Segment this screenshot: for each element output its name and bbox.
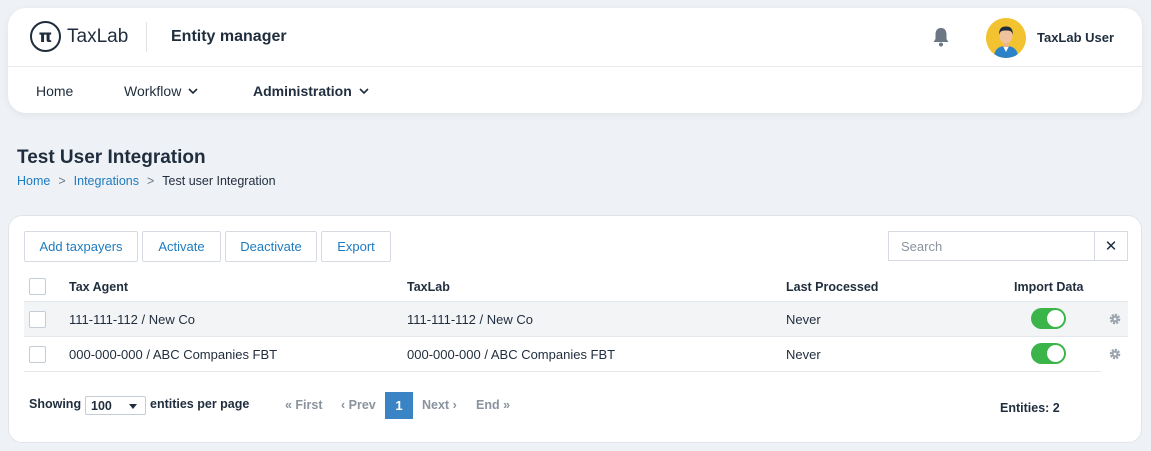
table-bottom-border: [24, 371, 1101, 372]
prev-page-button[interactable]: ‹ Prev: [341, 398, 376, 412]
main-nav: Home Workflow Administration: [8, 67, 1142, 113]
gear-icon[interactable]: [1109, 348, 1121, 360]
user-avatar-icon: [986, 18, 1026, 58]
end-page-button[interactable]: End »: [476, 398, 510, 412]
row-checkbox[interactable]: [29, 311, 46, 328]
breadcrumb-current: Test user Integration: [162, 174, 276, 188]
nav-item-home[interactable]: Home: [36, 83, 73, 99]
deactivate-button[interactable]: Deactivate: [225, 231, 317, 262]
last-processed-cell: Never: [786, 312, 821, 327]
column-header-import-data[interactable]: Import Data: [1014, 280, 1083, 294]
per-page-label: entities per page: [150, 397, 250, 411]
search-input[interactable]: [888, 231, 1095, 261]
column-header-tax-agent[interactable]: Tax Agent: [69, 280, 128, 294]
user-name[interactable]: TaxLab User: [1037, 30, 1114, 45]
import-data-toggle[interactable]: [1031, 343, 1066, 364]
breadcrumb-home-link[interactable]: Home: [17, 174, 50, 188]
taxlab-cell: 111-111-112 / New Co: [407, 312, 533, 327]
current-page-button[interactable]: 1: [385, 392, 413, 419]
nav-item-administration[interactable]: Administration: [253, 83, 369, 99]
nav-item-workflow[interactable]: Workflow: [124, 83, 198, 99]
clear-search-icon[interactable]: ✕: [1095, 231, 1128, 261]
nav-item-label: Workflow: [124, 83, 182, 99]
select-all-checkbox[interactable]: [29, 278, 46, 295]
entities-count: Entities: 2: [1000, 401, 1060, 415]
taxlab-cell: 000-000-000 / ABC Companies FBT: [407, 347, 616, 362]
app-header: π TaxLab Entity manager TaxLab User Home: [8, 8, 1142, 113]
logo-pi-icon: π: [30, 21, 61, 52]
avatar[interactable]: [986, 18, 1026, 58]
column-header-taxlab[interactable]: TaxLab: [407, 280, 450, 294]
first-page-button[interactable]: « First: [285, 398, 323, 412]
activate-button[interactable]: Activate: [142, 231, 221, 262]
page-size-value: 100: [91, 398, 112, 413]
add-taxpayers-button[interactable]: Add taxpayers: [24, 231, 138, 262]
nav-item-label: Home: [36, 83, 74, 99]
taxlab-logo[interactable]: π TaxLab: [30, 21, 128, 52]
gear-icon[interactable]: [1109, 313, 1121, 325]
entities-card: Add taxpayers Activate Deactivate Export…: [8, 215, 1142, 443]
tax-agent-cell: 111-111-112 / New Co: [69, 312, 195, 327]
chevron-down-icon: [359, 87, 369, 94]
table-row[interactable]: 111-111-112 / New Co 111-111-112 / New C…: [24, 301, 1128, 336]
breadcrumb-integrations-link[interactable]: Integrations: [74, 174, 139, 188]
logo-text: TaxLab: [67, 25, 129, 47]
tax-agent-cell: 000-000-000 / ABC Companies FBT: [69, 347, 278, 362]
breadcrumb-separator: >: [58, 174, 66, 188]
bell-icon[interactable]: [932, 27, 950, 47]
header-top-bar: π TaxLab Entity manager TaxLab User: [8, 8, 1142, 67]
breadcrumb-separator: >: [146, 174, 155, 188]
export-button[interactable]: Export: [321, 231, 391, 262]
caret-down-icon: [129, 404, 137, 409]
page-title: Test User Integration: [17, 147, 206, 168]
next-page-button[interactable]: Next ›: [422, 398, 457, 412]
app-title: Entity manager: [171, 28, 287, 45]
showing-label: Showing: [29, 397, 82, 411]
breadcrumb: Home > Integrations > Test user Integrat…: [17, 174, 276, 188]
nav-item-label: Administration: [253, 83, 352, 99]
last-processed-cell: Never: [786, 347, 821, 362]
import-data-toggle[interactable]: [1031, 308, 1066, 329]
row-checkbox[interactable]: [29, 346, 46, 363]
header-divider: [146, 22, 147, 52]
page-size-select[interactable]: 100: [85, 396, 146, 415]
chevron-down-icon: [188, 87, 198, 94]
column-header-last-processed[interactable]: Last Processed: [786, 280, 878, 294]
table-row[interactable]: 000-000-000 / ABC Companies FBT 000-000-…: [24, 336, 1128, 371]
